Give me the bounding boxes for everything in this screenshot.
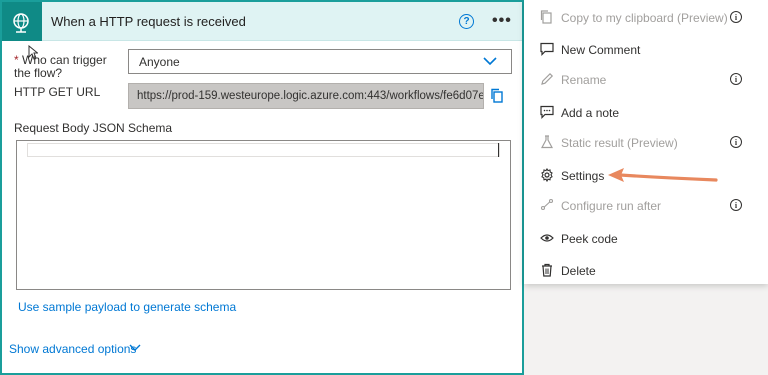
http-get-url-field[interactable]: https://prod-159.westeurope.logic.azure.… bbox=[128, 83, 484, 109]
note-icon bbox=[540, 105, 554, 119]
show-advanced-options-link[interactable]: Show advanced options bbox=[9, 342, 136, 356]
use-sample-payload-link[interactable]: Use sample payload to generate schema bbox=[18, 300, 236, 314]
gear-icon bbox=[541, 168, 553, 182]
who-can-trigger-label: * Who can trigger the flow? bbox=[14, 54, 122, 80]
menu-item-label: Static result (Preview) bbox=[561, 136, 678, 150]
menu-item-delete[interactable]: Delete bbox=[524, 256, 768, 284]
menu-item-label: Settings bbox=[561, 169, 605, 183]
menu-item-copy-to-clipboard: Copy to my clipboard (Preview) i bbox=[524, 3, 768, 31]
pencil-icon bbox=[541, 72, 554, 85]
http-get-url-label: HTTP GET URL bbox=[14, 85, 101, 99]
menu-item-configure-run-after: Configure run after i bbox=[524, 191, 768, 219]
more-options-icon[interactable]: ••• bbox=[492, 12, 512, 30]
menu-item-label: Peek code bbox=[561, 232, 618, 246]
schema-editor-line bbox=[27, 143, 500, 157]
request-body-schema-label: Request Body JSON Schema bbox=[14, 121, 173, 135]
who-can-trigger-dropdown[interactable]: Anyone bbox=[128, 49, 512, 74]
card-header[interactable]: When a HTTP request is received ? ••• bbox=[2, 2, 522, 41]
http-trigger-card: When a HTTP request is received ? ••• * … bbox=[0, 0, 524, 375]
chevron-down-icon bbox=[483, 57, 497, 66]
action-context-menu: Copy to my clipboard (Preview) i New Com… bbox=[524, 0, 768, 284]
menu-item-peek-code[interactable]: Peek code bbox=[524, 224, 768, 252]
copy-icon[interactable] bbox=[490, 88, 504, 104]
who-can-trigger-text: Who can trigger the flow? bbox=[14, 53, 107, 80]
menu-item-label: Copy to my clipboard (Preview) bbox=[561, 11, 728, 25]
chevron-down-icon[interactable] bbox=[129, 344, 141, 352]
menu-item-label: Delete bbox=[561, 264, 596, 278]
info-icon[interactable]: i bbox=[730, 199, 742, 211]
menu-item-static-result: Static result (Preview) i bbox=[524, 128, 768, 156]
text-caret bbox=[498, 143, 499, 157]
card-title: When a HTTP request is received bbox=[51, 14, 246, 29]
required-marker: * bbox=[14, 53, 19, 67]
help-icon[interactable]: ? bbox=[459, 14, 474, 29]
comment-icon bbox=[540, 42, 554, 56]
info-icon[interactable]: i bbox=[730, 73, 742, 85]
info-icon[interactable]: i bbox=[730, 11, 742, 23]
menu-item-label: Rename bbox=[561, 73, 607, 87]
dropdown-value: Anyone bbox=[139, 55, 180, 69]
clipboard-icon bbox=[540, 10, 552, 24]
trash-icon bbox=[542, 263, 552, 277]
globe-icon bbox=[2, 2, 42, 41]
menu-item-label: Configure run after bbox=[561, 199, 662, 213]
eye-icon bbox=[540, 234, 554, 242]
annotation-arrow bbox=[608, 168, 718, 182]
request-body-schema-editor[interactable] bbox=[16, 140, 511, 290]
menu-item-new-comment[interactable]: New Comment bbox=[524, 35, 768, 63]
run-after-icon bbox=[540, 198, 554, 211]
flask-icon bbox=[541, 135, 553, 149]
menu-item-rename: Rename i bbox=[524, 65, 768, 93]
menu-item-add-a-note[interactable]: Add a note bbox=[524, 98, 768, 126]
menu-item-label: New Comment bbox=[561, 43, 641, 57]
info-icon[interactable]: i bbox=[730, 136, 742, 148]
menu-item-label: Add a note bbox=[561, 106, 620, 120]
